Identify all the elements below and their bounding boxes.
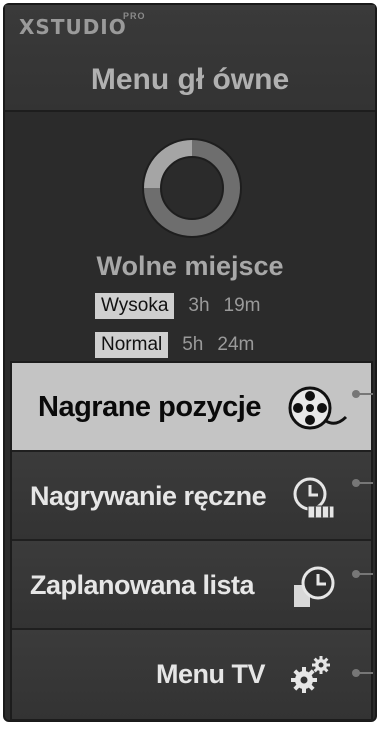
clock-record-icon bbox=[293, 477, 335, 519]
brand-badge: PRO bbox=[123, 11, 146, 21]
quality-badge: Wysoka bbox=[95, 293, 175, 319]
brand-logo: XSTUDIO bbox=[19, 15, 127, 39]
gears-icon bbox=[291, 656, 330, 693]
free-hours: 5h bbox=[182, 334, 204, 355]
free-minutes: 24m bbox=[217, 334, 255, 355]
menu-item-recordings[interactable]: Nagrane pozycje bbox=[12, 363, 373, 452]
clock-list-icon bbox=[294, 566, 335, 607]
menu-item-label: Zaplanowana lista bbox=[30, 570, 255, 600]
item-pointer bbox=[352, 669, 373, 677]
free-minutes: 19m bbox=[223, 295, 261, 316]
item-pointer bbox=[352, 479, 373, 487]
disk-space-chart-icon bbox=[142, 138, 242, 238]
free-space-row: Wysoka 3h 19m bbox=[95, 292, 261, 320]
free-space-label: Wolne miejsce bbox=[96, 251, 284, 281]
quality-badge: Normal bbox=[95, 332, 169, 358]
menu-list: Nagrane pozycje Nagrywanie ręczne Zaplan… bbox=[10, 361, 373, 721]
page-title: Menu gł ówne bbox=[90, 63, 290, 96]
menu-item-manual-recording[interactable]: Nagrywanie ręczne bbox=[12, 452, 373, 541]
header: XSTUDIO PRO Menu gł ówne bbox=[5, 5, 375, 112]
menu-item-label: Nagrywanie ręczne bbox=[30, 481, 267, 511]
free-space-row: Normal 5h 24m bbox=[95, 331, 254, 359]
item-pointer bbox=[352, 390, 373, 398]
film-reel-icon bbox=[288, 386, 348, 430]
menu-item-label: Nagrane pozycje bbox=[38, 391, 261, 423]
item-pointer bbox=[352, 570, 373, 578]
menu-item-tv-menu[interactable]: Menu TV bbox=[12, 630, 373, 719]
free-hours: 3h bbox=[188, 295, 210, 316]
menu-item-scheduled-list[interactable]: Zaplanowana lista bbox=[12, 541, 373, 630]
menu-item-label: Menu TV bbox=[156, 659, 266, 689]
